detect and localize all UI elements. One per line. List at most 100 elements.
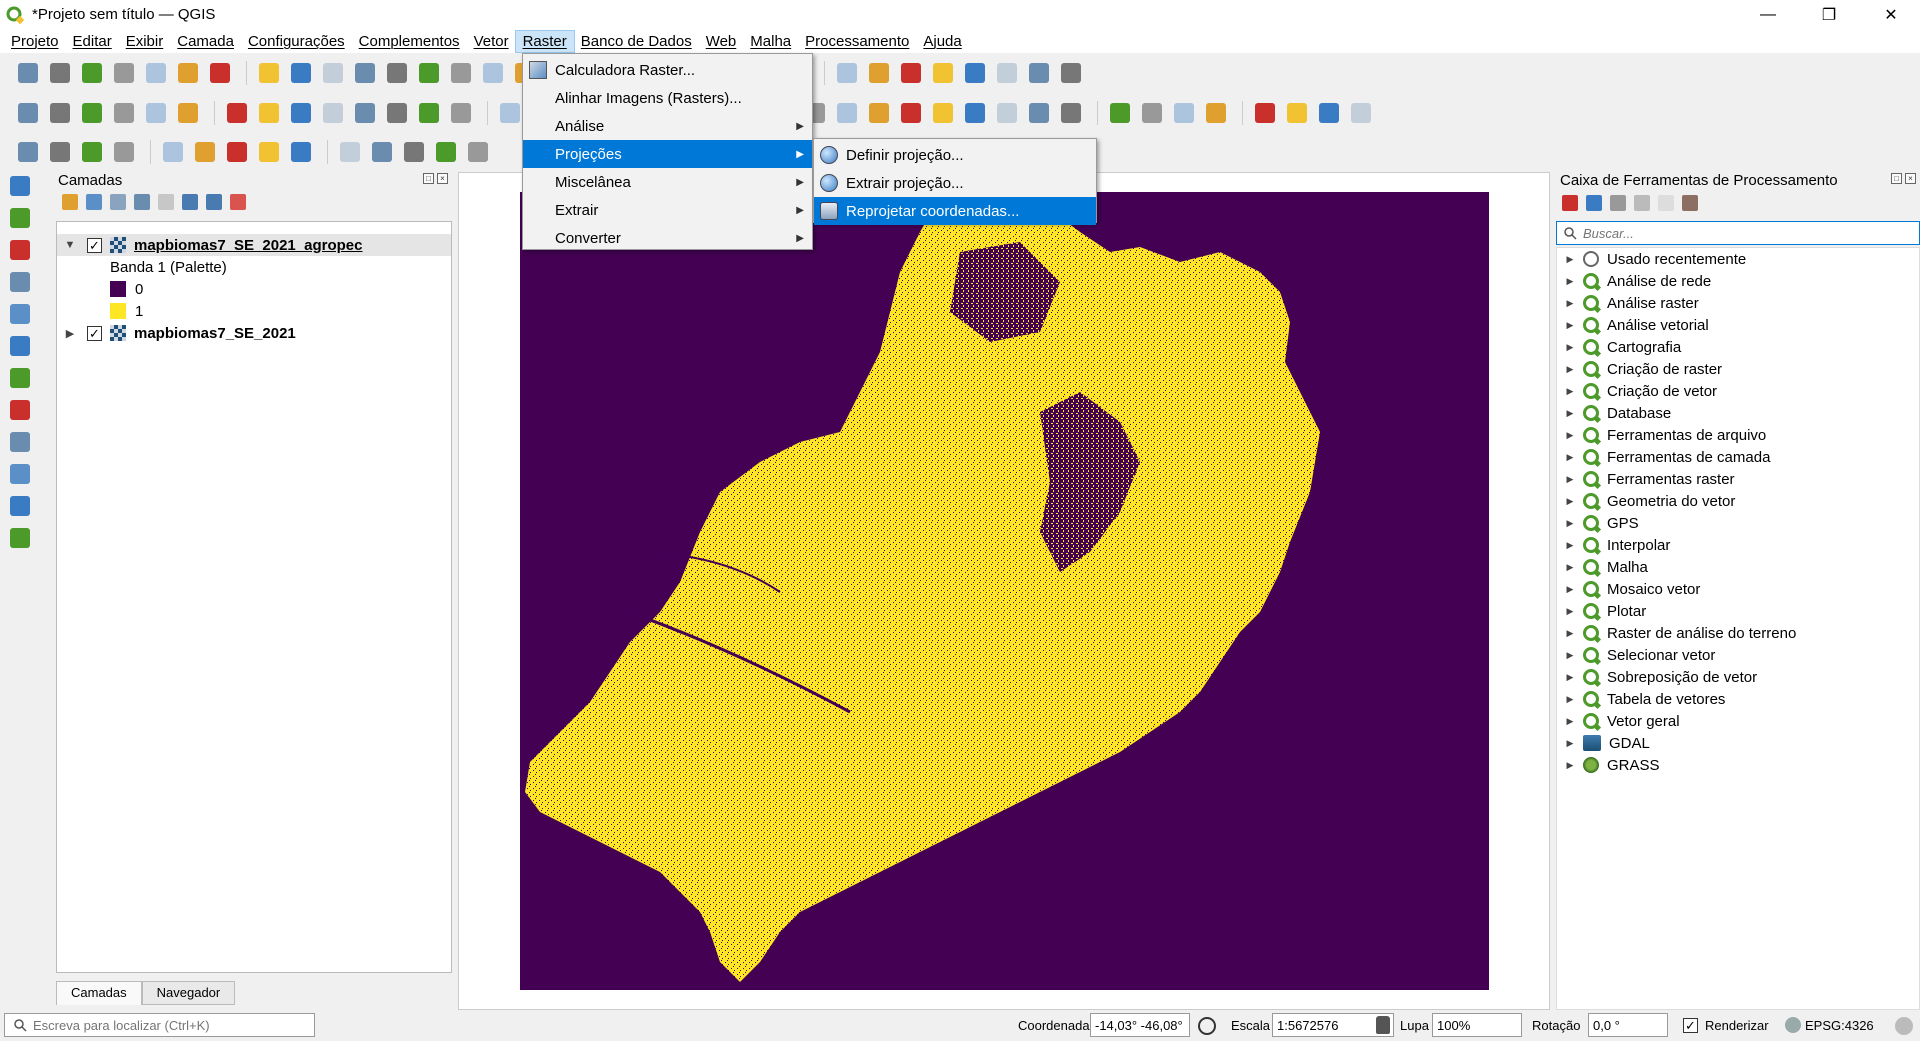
expand-arrow-icon[interactable]: ▶ — [1563, 276, 1577, 287]
scripts-icon[interactable] — [1586, 195, 1602, 211]
toolbar-button[interactable] — [223, 99, 251, 127]
toolbar-button[interactable] — [255, 59, 283, 87]
toolbar-button[interactable] — [174, 99, 202, 127]
menu-item-miscelanea[interactable]: Miscelânea ▶ — [523, 168, 812, 196]
algorithm-group-mosaico-vetor[interactable]: ▶ Mosaico vetor — [1557, 578, 1919, 600]
mouse-toggle-icon[interactable] — [1198, 1017, 1216, 1035]
minimize-icon[interactable]: — — [1745, 0, 1791, 29]
menu-item-analise[interactable]: Análise ▶ — [523, 112, 812, 140]
algorithm-group-analise-de-rede[interactable]: ▶ Análise de rede — [1557, 270, 1919, 292]
algorithm-group-tabela-de-vetores[interactable]: ▶ Tabela de vetores — [1557, 688, 1919, 710]
algorithm-group-ferramentas-de-camada[interactable]: ▶ Ferramentas de camada — [1557, 446, 1919, 468]
toolbar-button[interactable] — [351, 59, 379, 87]
toolbar-button[interactable] — [351, 99, 379, 127]
toolbar-button[interactable] — [78, 99, 106, 127]
menu-processamento[interactable]: Processamento — [798, 31, 916, 52]
expand-arrow-icon[interactable]: ▶ — [1563, 694, 1577, 705]
toolbar-button[interactable] — [833, 99, 861, 127]
add-layer-button[interactable] — [6, 332, 34, 360]
algorithm-group-usado-recentemente[interactable]: ▶ Usado recentemente — [1557, 248, 1919, 270]
menu-item-alinhar-imagens-rasters[interactable]: Alinhar Imagens (Rasters)... — [523, 84, 812, 112]
layer-item-se-2021[interactable]: ▶ ✓ mapbiomas7_SE_2021 — [57, 322, 451, 344]
menu-banco-de-dados[interactable]: Banco de Dados — [574, 31, 699, 52]
toolbar-button[interactable] — [46, 138, 74, 166]
add-layer-button[interactable] — [6, 428, 34, 456]
toolbar-button[interactable] — [142, 99, 170, 127]
toolbar-button[interactable] — [14, 99, 42, 127]
layer-visibility-checkbox[interactable]: ✓ — [87, 237, 102, 253]
layer-item-agropec[interactable]: ▼ ✓ mapbiomas7_SE_2021_agropec — [57, 234, 451, 256]
toolbar-button[interactable] — [1170, 99, 1198, 127]
expand-arrow-icon[interactable]: ▶ — [1563, 342, 1577, 353]
menu-item-definir-projecao[interactable]: Definir projeção... — [814, 141, 1096, 169]
algorithm-group-analise-raster[interactable]: ▶ Análise raster — [1557, 292, 1919, 314]
rotation-field[interactable]: 0,0 ° — [1588, 1013, 1668, 1037]
layer-visibility-checkbox[interactable]: ✓ — [87, 325, 102, 341]
crs-label[interactable]: EPSG:4326 — [1805, 1018, 1874, 1033]
toolbar-button[interactable] — [287, 99, 315, 127]
toolbar-button[interactable] — [993, 59, 1021, 87]
menu-malha[interactable]: Malha — [743, 31, 798, 52]
algorithm-group-database[interactable]: ▶ Database — [1557, 402, 1919, 424]
toolbar-button[interactable] — [255, 99, 283, 127]
expand-arrow-icon[interactable]: ▶ — [1563, 298, 1577, 309]
close-panel-icon[interactable]: × — [437, 173, 448, 184]
expand-arrow-icon[interactable]: ▶ — [1563, 716, 1577, 727]
algorithm-group-vetor-geral[interactable]: ▶ Vetor geral — [1557, 710, 1919, 732]
algorithm-group-analise-vetorial[interactable]: ▶ Análise vetorial — [1557, 314, 1919, 336]
algorithm-group-malha[interactable]: ▶ Malha — [1557, 556, 1919, 578]
algorithm-group-plotar[interactable]: ▶ Plotar — [1557, 600, 1919, 622]
menu-item-extrair[interactable]: Extrair ▶ — [523, 196, 812, 224]
menu-item-reprojetar-coordenadas[interactable]: Reprojetar coordenadas... — [814, 197, 1096, 225]
toolbar-button[interactable] — [14, 59, 42, 87]
algorithm-group-cartografia[interactable]: ▶ Cartografia — [1557, 336, 1919, 358]
toolbar-button[interactable] — [78, 138, 106, 166]
toolbar-button[interactable] — [865, 99, 893, 127]
expand-arrow-icon[interactable]: ▶ — [1563, 254, 1577, 265]
add-layer-button[interactable] — [6, 204, 34, 232]
lock-icon[interactable] — [1376, 1016, 1390, 1034]
menu-configuracoes[interactable]: Configurações — [241, 31, 352, 52]
add-layer-button[interactable] — [6, 236, 34, 264]
algorithm-group-sobreposicao-de-vetor[interactable]: ▶ Sobreposição de vetor — [1557, 666, 1919, 688]
collapse-all-icon[interactable] — [206, 194, 222, 210]
algorithm-group-geometria-do-vetor[interactable]: ▶ Geometria do vetor — [1557, 490, 1919, 512]
close-icon[interactable]: ✕ — [1868, 0, 1914, 29]
toolbar-button[interactable] — [496, 99, 524, 127]
toolbar-button[interactable] — [1025, 99, 1053, 127]
close-panel-icon[interactable]: × — [1905, 173, 1916, 184]
toolbar-button[interactable] — [961, 59, 989, 87]
menu-item-calculadora-raster[interactable]: Calculadora Raster... — [523, 56, 812, 84]
models-icon[interactable] — [1562, 195, 1578, 211]
raster-map[interactable] — [520, 192, 1489, 990]
toolbar-button[interactable] — [159, 138, 187, 166]
toolbar-button[interactable] — [206, 59, 234, 87]
locator-box[interactable] — [4, 1013, 315, 1037]
algorithm-group-ferramentas-de-arquivo[interactable]: ▶ Ferramentas de arquivo — [1557, 424, 1919, 446]
toolbar-button[interactable] — [479, 59, 507, 87]
add-layer-button[interactable] — [6, 492, 34, 520]
menu-raster[interactable]: Raster — [514, 29, 575, 53]
add-layer-button[interactable] — [6, 364, 34, 392]
manage-visibility-icon[interactable] — [110, 194, 126, 210]
add-layer-button[interactable] — [6, 524, 34, 552]
toolbar-button[interactable] — [1057, 99, 1085, 127]
expand-arrow-icon[interactable]: ▶ — [1563, 540, 1577, 551]
tab-navegador[interactable]: Navegador — [141, 981, 236, 1005]
toolbar-button[interactable] — [287, 138, 315, 166]
toolbar-button[interactable] — [142, 59, 170, 87]
toolbar-button[interactable] — [174, 59, 202, 87]
add-layer-button[interactable] — [6, 172, 34, 200]
toolbar-button[interactable] — [255, 138, 283, 166]
algorithm-group-criacao-de-raster[interactable]: ▶ Criação de raster — [1557, 358, 1919, 380]
toolbar-button[interactable] — [929, 59, 957, 87]
expand-arrow-icon[interactable]: ▶ — [1563, 650, 1577, 661]
toolbox-search[interactable] — [1556, 221, 1920, 245]
toolbar-button[interactable] — [110, 59, 138, 87]
toolbar-button[interactable] — [400, 138, 428, 166]
expand-arrow-icon[interactable]: ▶ — [1563, 452, 1577, 463]
menu-item-extrair-projecao[interactable]: Extrair projeção... — [814, 169, 1096, 197]
toolbar-button[interactable] — [319, 59, 347, 87]
menu-ajuda[interactable]: Ajuda — [916, 31, 968, 52]
expand-arrow-icon[interactable]: ▶ — [1563, 672, 1577, 683]
